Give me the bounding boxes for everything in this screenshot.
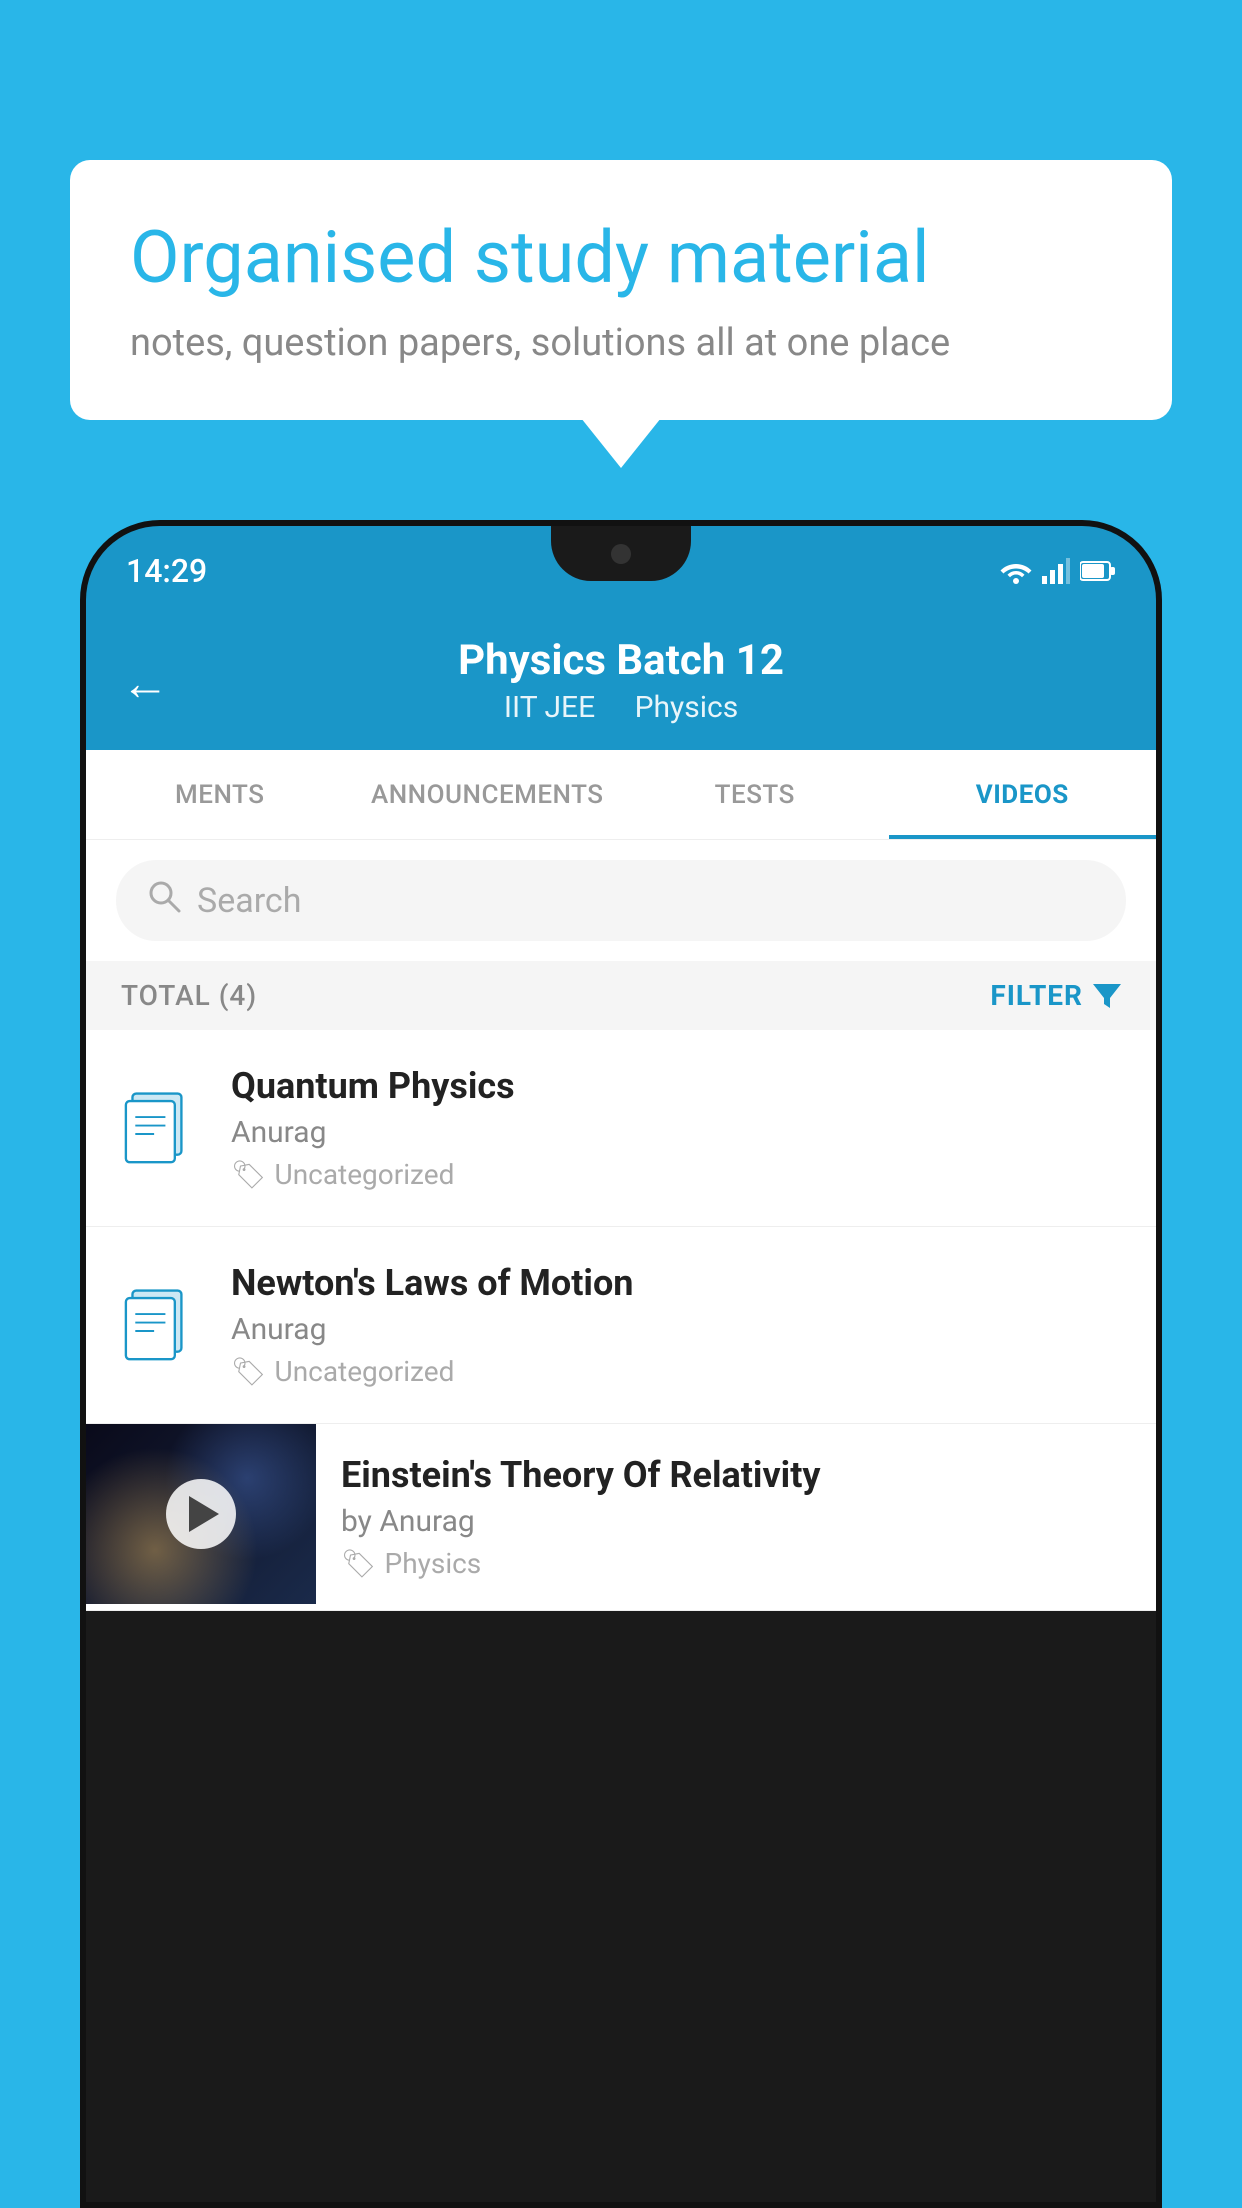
list-item[interactable]: Newton's Laws of Motion Anurag 🏷 Uncateg… <box>86 1227 1156 1424</box>
video-tag: 🏷 Physics <box>341 1547 1131 1580</box>
tab-videos[interactable]: VIDEOS <box>889 750 1157 839</box>
video-thumbnail <box>86 1424 316 1604</box>
tab-tests[interactable]: TESTS <box>621 750 889 839</box>
total-count: TOTAL (4) <box>121 979 257 1012</box>
speech-bubble-card: Organised study material notes, question… <box>70 160 1172 420</box>
subtitle-iitjee: IIT JEE <box>504 690 595 725</box>
play-button[interactable] <box>166 1479 236 1549</box>
batch-title: Physics Batch 12 <box>126 636 1116 685</box>
search-placeholder: Search <box>197 881 301 921</box>
status-time: 14:29 <box>126 552 207 590</box>
subtitle-physics: Physics <box>635 690 739 725</box>
video-title: Einstein's Theory Of Relativity <box>341 1454 1131 1496</box>
tag-icon: 🏷 <box>231 1355 267 1388</box>
video-file-icon <box>116 1086 206 1170</box>
batch-subtitle: IIT JEE Physics <box>126 690 1116 725</box>
back-button[interactable]: ← <box>121 655 169 712</box>
status-icons <box>1000 558 1116 584</box>
tag-icon: 🏷 <box>341 1547 377 1580</box>
video-author: by Anurag <box>341 1504 1131 1539</box>
video-info: Newton's Laws of Motion Anurag 🏷 Uncateg… <box>231 1262 1126 1388</box>
camera-icon <box>611 544 631 564</box>
video-info: Einstein's Theory Of Relativity by Anura… <box>316 1424 1156 1610</box>
phone-frame: 14:29 <box>80 520 1162 2208</box>
search-container: Search <box>86 840 1156 961</box>
tab-ments[interactable]: MENTS <box>86 750 354 839</box>
tab-bar: MENTS ANNOUNCEMENTS TESTS VIDEOS <box>86 750 1156 840</box>
tag-icon: 🏷 <box>231 1158 267 1191</box>
app-header: ← Physics Batch 12 IIT JEE Physics <box>86 616 1156 750</box>
notch <box>551 526 691 581</box>
video-author: Anurag <box>231 1312 1126 1347</box>
tag-label: Uncategorized <box>275 1158 455 1191</box>
filter-row: TOTAL (4) FILTER <box>86 961 1156 1030</box>
search-bar[interactable]: Search <box>116 860 1126 941</box>
tab-announcements[interactable]: ANNOUNCEMENTS <box>354 750 622 839</box>
tag-label: Physics <box>385 1547 482 1580</box>
video-tag: 🏷 Uncategorized <box>231 1355 1126 1388</box>
video-info: Quantum Physics Anurag 🏷 Uncategorized <box>231 1065 1126 1191</box>
filter-icon <box>1093 984 1121 1008</box>
status-bar: 14:29 <box>86 526 1156 616</box>
filter-label: FILTER <box>990 979 1083 1012</box>
video-title: Newton's Laws of Motion <box>231 1262 1126 1304</box>
video-author: Anurag <box>231 1115 1126 1150</box>
list-item[interactable]: Quantum Physics Anurag 🏷 Uncategorized <box>86 1030 1156 1227</box>
video-title: Quantum Physics <box>231 1065 1126 1107</box>
filter-button[interactable]: FILTER <box>990 979 1121 1012</box>
play-icon <box>189 1496 219 1532</box>
speech-bubble-subtext: notes, question papers, solutions all at… <box>130 321 1112 365</box>
wifi-icon <box>1000 558 1032 584</box>
speech-bubble-section: Organised study material notes, question… <box>70 160 1172 420</box>
video-tag: 🏷 Uncategorized <box>231 1158 1126 1191</box>
search-icon <box>146 878 182 923</box>
speech-bubble-heading: Organised study material <box>130 215 1112 301</box>
video-file-icon <box>116 1283 206 1367</box>
battery-icon <box>1080 560 1116 582</box>
list-item[interactable]: Einstein's Theory Of Relativity by Anura… <box>86 1424 1156 1611</box>
tag-label: Uncategorized <box>275 1355 455 1388</box>
video-list: Quantum Physics Anurag 🏷 Uncategorized <box>86 1030 1156 1611</box>
signal-icon <box>1042 558 1070 584</box>
